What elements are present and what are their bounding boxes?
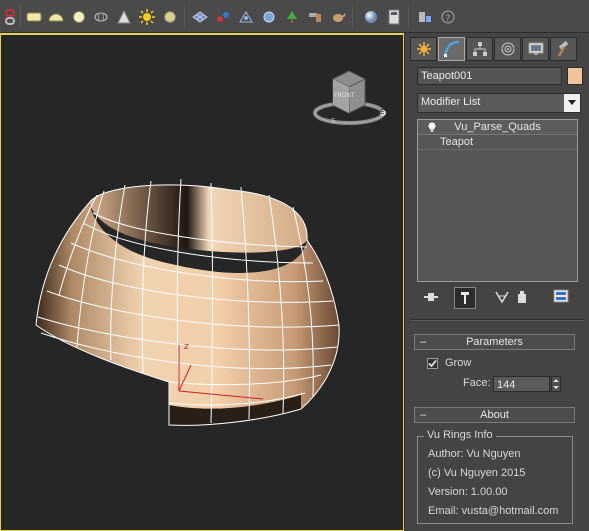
- chain-link-icon[interactable]: [1, 7, 19, 27]
- list-icon[interactable]: [416, 7, 434, 27]
- face-label: Face:: [463, 377, 491, 389]
- main-toolbar: ?: [0, 0, 589, 33]
- grow-label: Grow: [445, 357, 472, 369]
- compass-east-label: E: [380, 108, 385, 116]
- face-spinner-field[interactable]: 144: [493, 376, 550, 392]
- star-burst-icon: [416, 42, 431, 56]
- cone-icon[interactable]: [115, 7, 133, 27]
- perspective-viewport[interactable]: z FRONT S E: [0, 33, 404, 531]
- viewcube[interactable]: FRONT S E: [311, 65, 391, 127]
- disc-icon[interactable]: [161, 7, 179, 27]
- stack-item-label: Teapot: [440, 136, 474, 148]
- collapse-icon: –: [420, 409, 427, 421]
- motion-tab[interactable]: [494, 37, 521, 61]
- remove-modifier-icon[interactable]: [516, 290, 528, 307]
- stack-toolbar: [417, 287, 581, 309]
- about-rollout-header[interactable]: – About: [414, 407, 575, 423]
- circle-icon[interactable]: [70, 7, 88, 27]
- hammer-icon[interactable]: [306, 7, 324, 27]
- parameters-rollout-header[interactable]: – Parameters: [414, 334, 575, 350]
- atom-icon[interactable]: [214, 7, 232, 27]
- stack-item-vu-parse-quads[interactable]: Vu_Parse_Quads: [418, 120, 577, 135]
- svg-text:z: z: [184, 342, 189, 352]
- sphere-icon[interactable]: [362, 7, 380, 27]
- lightbulb-icon[interactable]: [427, 121, 437, 138]
- show-end-result-icon[interactable]: [454, 287, 476, 309]
- modify-tab[interactable]: [438, 37, 465, 61]
- version-line: Version: 1.00.00: [428, 486, 508, 498]
- email-line: Email: vusta@hotmail.com: [428, 505, 559, 517]
- utilities-tab[interactable]: [550, 37, 577, 61]
- viewcube-face-label: FRONT: [334, 92, 355, 99]
- tree-icon[interactable]: [283, 7, 301, 27]
- svg-text:?: ?: [446, 14, 451, 24]
- hierarchy-tab[interactable]: [466, 37, 493, 61]
- chevron-down-icon: [564, 94, 580, 112]
- collapse-icon: –: [420, 336, 427, 348]
- about-title: About: [480, 409, 509, 421]
- monitor-icon: [528, 42, 543, 55]
- modifier-list-value: Modifier List: [421, 96, 481, 108]
- help-icon[interactable]: ?: [439, 7, 457, 27]
- face-spinner-arrows[interactable]: [551, 376, 561, 392]
- parameters-title: Parameters: [466, 336, 523, 348]
- command-panel: Teapot001 Modifier List Vu_Parse_Quads T…: [404, 33, 589, 531]
- author-line: Author: Vu Nguyen: [428, 448, 521, 460]
- hierarchy-icon: [472, 42, 487, 56]
- make-unique-icon[interactable]: [495, 290, 509, 307]
- stack-item-teapot[interactable]: Teapot: [418, 135, 577, 150]
- sphere-flat-icon[interactable]: [47, 7, 65, 27]
- sun-icon[interactable]: [138, 7, 156, 27]
- modifier-list-dropdown[interactable]: Modifier List: [417, 93, 581, 113]
- sparkle-icon[interactable]: [260, 7, 278, 27]
- modifier-stack[interactable]: Vu_Parse_Quads Teapot: [417, 119, 578, 282]
- copyright-line: (c) Vu Nguyen 2015: [428, 467, 526, 479]
- divider: [411, 319, 584, 321]
- stack-item-label: Vu_Parse_Quads: [454, 121, 541, 133]
- teapot-icon[interactable]: [329, 7, 347, 27]
- motion-icon: [501, 42, 514, 56]
- check-icon: [428, 359, 437, 368]
- vu-rings-info-group: Vu Rings Info Author: Vu Nguyen (c) Vu N…: [417, 429, 573, 524]
- compass-south-label: S: [331, 117, 336, 125]
- torus-wire-icon[interactable]: [92, 7, 110, 27]
- configure-modifier-sets-icon[interactable]: [553, 289, 569, 308]
- box-primitive-icon[interactable]: [25, 7, 43, 27]
- object-color-swatch[interactable]: [567, 67, 583, 85]
- grow-checkbox[interactable]: [427, 358, 438, 369]
- display-tab[interactable]: [522, 37, 549, 61]
- group-title: Vu Rings Info: [424, 429, 496, 441]
- create-tab[interactable]: [410, 37, 437, 61]
- checker-grid-icon[interactable]: [191, 7, 209, 27]
- calculator-icon[interactable]: [385, 7, 403, 27]
- hammer-icon: [557, 41, 568, 57]
- object-name-field[interactable]: Teapot001: [417, 67, 562, 85]
- modify-curve-icon: [443, 40, 459, 57]
- grab-icon[interactable]: [237, 7, 255, 27]
- pin-stack-icon[interactable]: [423, 290, 439, 307]
